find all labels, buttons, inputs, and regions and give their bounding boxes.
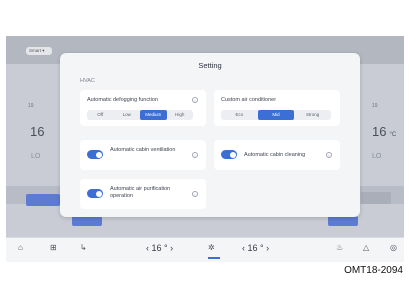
cabin-ventilation-toggle[interactable]: [87, 150, 103, 159]
cabin-cleaning-label: Automatic cabin cleaning: [244, 152, 306, 158]
defog-option-high[interactable]: High: [167, 110, 194, 120]
defog-option-low[interactable]: Low: [114, 110, 141, 120]
info-icon[interactable]: i: [192, 191, 198, 197]
seat-icon[interactable]: ↳: [80, 243, 87, 252]
right-small-value: 19: [372, 103, 378, 109]
seat-heat-icon[interactable]: ♨: [336, 243, 343, 252]
left-small-value: 19: [28, 103, 34, 109]
background-blue-button-2: [72, 216, 102, 226]
home-icon[interactable]: ⌂: [18, 243, 23, 252]
air-purification-card: Automatic air purification operation i: [80, 179, 206, 209]
ac-option-mid[interactable]: Mid: [257, 110, 295, 120]
left-temp-control[interactable]: ‹ 16 ° ›: [146, 243, 173, 253]
left-lo-label: LO: [31, 153, 41, 160]
custom-ac-segmented-control[interactable]: Eco Mid Strong: [221, 110, 331, 120]
defog-segmented-control[interactable]: Off Low Medium High: [87, 110, 193, 120]
fan-icon[interactable]: ✲: [208, 243, 215, 252]
bottom-navigation-bar: ⌂ ⊞ ↳ ‹ 16 ° › ✲ ‹ 16 ° › ♨ △ ◎: [6, 237, 404, 262]
ac-option-strong[interactable]: Strong: [294, 110, 331, 120]
cabin-ventilation-card: Automatic cabin ventilation i: [80, 140, 206, 170]
defog-label: Automatic defogging function: [87, 97, 158, 103]
air-purification-label: Automatic air purification operation: [110, 186, 171, 199]
section-title-hvac: HVAC: [80, 78, 95, 84]
active-indicator: [208, 257, 220, 259]
navigation-icon[interactable]: △: [363, 243, 369, 252]
cabin-cleaning-card: Automatic cabin cleaning i: [214, 140, 340, 170]
custom-ac-card: Custom air conditioner Eco Mid Strong: [214, 90, 340, 126]
defog-option-medium[interactable]: Medium: [140, 110, 167, 120]
apps-grid-icon[interactable]: ⊞: [50, 243, 57, 252]
info-icon[interactable]: i: [192, 152, 198, 158]
figure-caption: OMT18-2094: [344, 265, 403, 276]
right-temp-bg: 16 °C: [372, 124, 397, 139]
defog-option-off[interactable]: Off: [87, 110, 114, 120]
left-temp-bg: 16: [30, 124, 45, 139]
dialog-title: Setting: [198, 61, 222, 70]
info-icon[interactable]: i: [192, 97, 198, 103]
ac-option-eco[interactable]: Eco: [221, 110, 258, 120]
cabin-cleaning-toggle[interactable]: [221, 150, 237, 159]
right-lo-label: LO: [372, 153, 382, 160]
defog-card: Automatic defogging function i Off Low M…: [80, 90, 206, 126]
settings-dialog: Setting HVAC Automatic defogging functio…: [60, 53, 360, 217]
info-icon[interactable]: i: [326, 152, 332, 158]
air-purification-toggle[interactable]: [87, 189, 103, 198]
settings-icon[interactable]: ◎: [390, 243, 397, 252]
background-gray-button: [361, 192, 391, 204]
mode-dropdown[interactable]: Smart ▾: [26, 47, 52, 55]
background-blue-button: [26, 194, 60, 206]
background-blue-button-3: [328, 216, 358, 226]
right-temp-control[interactable]: ‹ 16 ° ›: [242, 243, 269, 253]
cabin-ventilation-label: Automatic cabin ventilation: [110, 147, 176, 153]
custom-ac-label: Custom air conditioner: [221, 97, 277, 103]
